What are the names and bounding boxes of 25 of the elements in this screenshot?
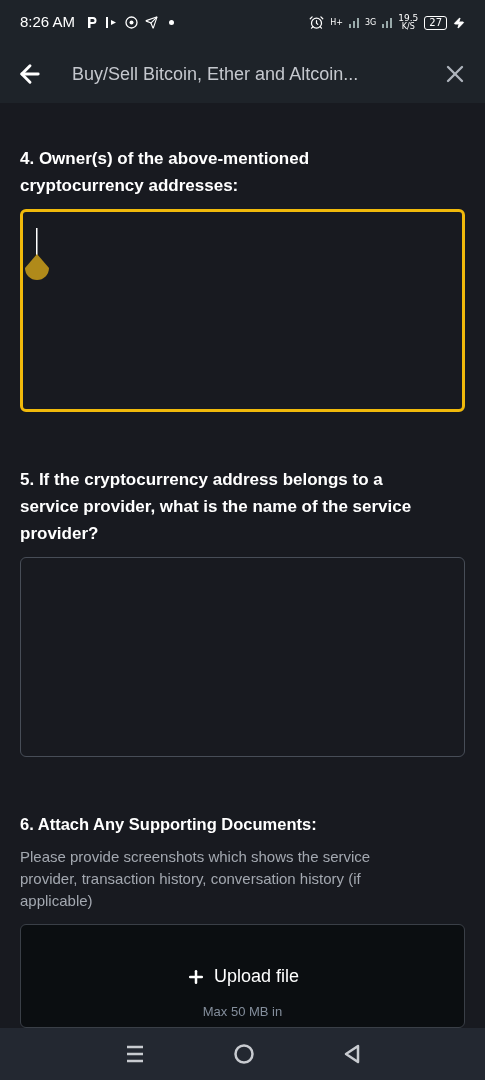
recent-apps-icon[interactable]	[124, 1044, 145, 1064]
question-label: 4. Owner(s) of the above-mentioned cryptocurrency addresses:	[20, 148, 311, 197]
alarm-icon	[309, 15, 325, 30]
network-type: H+	[330, 18, 343, 27]
upload-hint: Max 50 MB in	[202, 1003, 283, 1021]
home-icon[interactable]	[233, 1044, 254, 1064]
back-icon[interactable]	[342, 1044, 361, 1064]
paper-plane-icon	[145, 16, 159, 29]
play-icon	[105, 16, 119, 29]
question-label: 6. Attach Any Supporting Documents:	[20, 814, 318, 835]
speed-unit: K/S	[401, 23, 415, 31]
signal-icon	[382, 17, 393, 28]
p-icon	[87, 16, 99, 29]
status-time: 8:26 AM	[20, 12, 76, 33]
page-title: Buy/Sell Bitcoin, Ether and Altcoin...	[72, 62, 359, 86]
question-description: Please provide screenshots which shows the service provider, transaction history, conversation history (if applicable)	[20, 847, 372, 911]
network-speed: 19.5	[398, 14, 419, 23]
battery-level: 27	[424, 15, 447, 30]
answer-field[interactable]	[20, 209, 465, 412]
upload-file-button[interactable]: Upload file	[185, 963, 300, 990]
signal-icon	[348, 17, 359, 28]
question-label: 5. If the cryptocurrency address belongs to a service provider, what is the name of the service provider?	[20, 469, 413, 545]
charging-icon	[453, 16, 465, 29]
answer-field[interactable]	[20, 557, 465, 757]
network-type: 3G	[364, 18, 377, 27]
